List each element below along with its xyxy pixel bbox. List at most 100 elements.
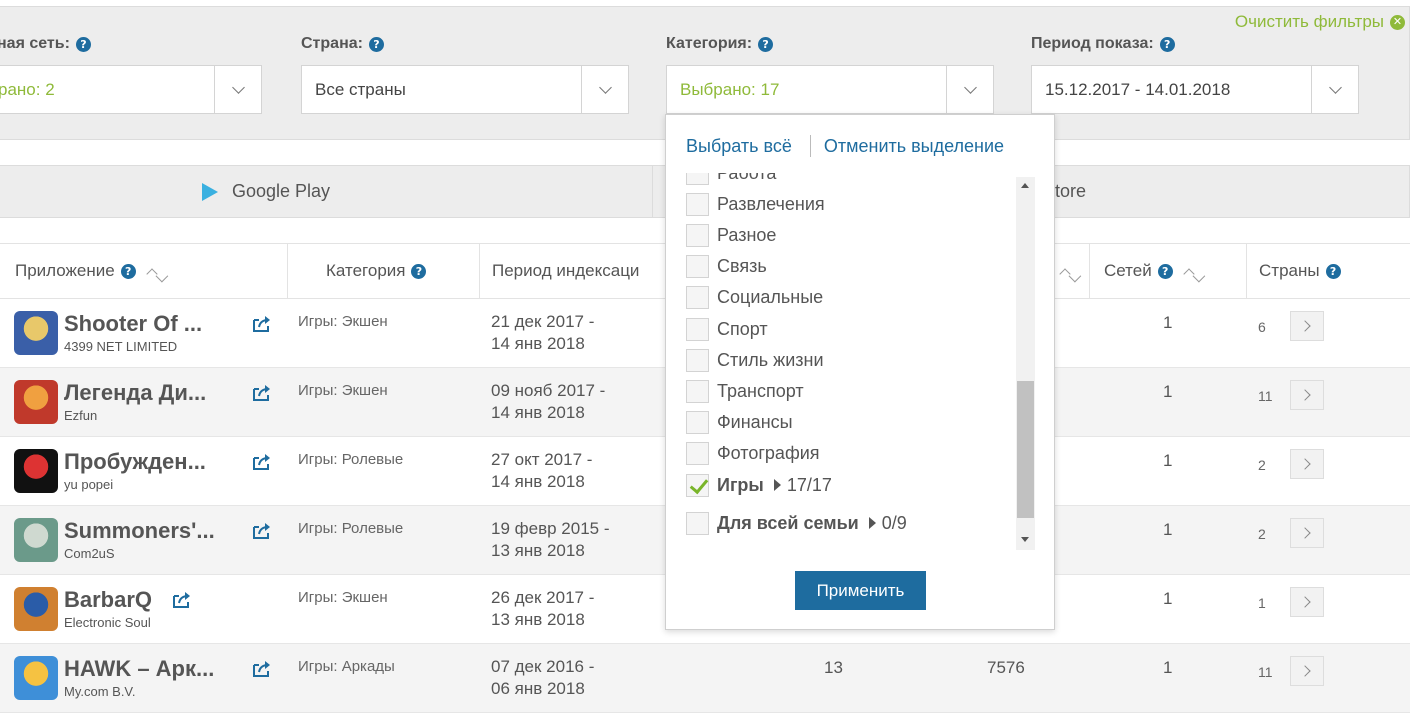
- checkbox[interactable]: [686, 348, 709, 372]
- help-icon[interactable]: ?: [120, 263, 136, 279]
- dropdown-scrollbar[interactable]: [1016, 177, 1035, 550]
- google-play-icon: [202, 182, 218, 201]
- app-name[interactable]: Summoners'...: [64, 518, 215, 544]
- period-select[interactable]: 15.12.2017 - 14.01.2018: [1031, 65, 1359, 114]
- category-filter-label: Категория: ?: [666, 35, 774, 53]
- checkbox[interactable]: [686, 473, 709, 497]
- expand-countries-button[interactable]: [1290, 656, 1324, 686]
- category-option[interactable]: Связь: [686, 255, 767, 279]
- help-icon[interactable]: ?: [758, 36, 774, 52]
- external-link-icon[interactable]: [252, 384, 272, 402]
- category-option[interactable]: Развлечения: [686, 192, 825, 216]
- app-name[interactable]: BarbarQ: [64, 587, 152, 613]
- external-link-icon[interactable]: [252, 453, 272, 471]
- chevron-down-icon[interactable]: [214, 66, 261, 113]
- app-icon[interactable]: [14, 311, 58, 355]
- network-select[interactable]: рано: 2: [0, 65, 262, 114]
- app-name[interactable]: HAWK – Арк...: [64, 656, 214, 682]
- divider: [809, 135, 811, 157]
- sort-icon[interactable]: [1183, 267, 1195, 280]
- app-icon[interactable]: [14, 380, 58, 424]
- help-icon[interactable]: ?: [368, 36, 384, 52]
- app-icon[interactable]: [14, 518, 58, 562]
- expand-countries-button[interactable]: [1290, 311, 1324, 341]
- checkbox[interactable]: [686, 411, 709, 435]
- category-option[interactable]: Стиль жизни: [686, 348, 824, 372]
- checkbox[interactable]: [686, 192, 709, 216]
- app-name[interactable]: Shooter Of ...: [64, 311, 202, 337]
- scrollbar-thumb[interactable]: [1017, 381, 1034, 518]
- category-group[interactable]: Для всей семьи 0/9: [686, 511, 907, 535]
- scroll-down-icon[interactable]: [1021, 537, 1029, 542]
- clear-filters-link[interactable]: Очистить фильтры ✕: [1235, 12, 1405, 32]
- checkbox[interactable]: [686, 511, 709, 535]
- sort-icon[interactable]: [146, 267, 158, 280]
- external-link-icon[interactable]: [252, 522, 272, 540]
- index-period: 19 февр 2015 - 13 янв 2018: [491, 519, 610, 560]
- index-period: 09 нояб 2017 - 14 янв 2018: [491, 381, 606, 422]
- checkbox[interactable]: [686, 442, 709, 466]
- app-icon[interactable]: [14, 449, 58, 493]
- checkbox[interactable]: [686, 379, 709, 403]
- external-link-icon[interactable]: [252, 660, 272, 678]
- app-icon[interactable]: [14, 587, 58, 631]
- checkbox[interactable]: [686, 286, 709, 310]
- chevron-right-icon: [1299, 665, 1311, 677]
- column-header-period[interactable]: Период индексаци: [492, 244, 639, 298]
- checkbox[interactable]: [686, 255, 709, 279]
- category-group[interactable]: Игры 17/17: [686, 473, 832, 497]
- expand-triangle-icon[interactable]: [773, 479, 781, 491]
- external-link-icon[interactable]: [172, 591, 192, 609]
- column-header-app[interactable]: Приложение ?: [15, 244, 158, 298]
- category-option[interactable]: Финансы: [686, 411, 793, 435]
- category-option[interactable]: Транспорт: [686, 379, 804, 403]
- category-option[interactable]: Фотография: [686, 442, 820, 466]
- index-period: 27 окт 2017 - 14 янв 2018: [491, 450, 593, 491]
- scroll-up-icon[interactable]: [1021, 183, 1029, 188]
- category-option[interactable]: Социальные: [686, 286, 823, 310]
- category-option[interactable]: Работа: [686, 173, 776, 185]
- category-list[interactable]: Работа Развлечения Разное Связь Социальн…: [666, 173, 1036, 553]
- expand-countries-button[interactable]: [1290, 449, 1324, 479]
- help-icon[interactable]: ?: [1325, 263, 1341, 279]
- help-icon[interactable]: ?: [1157, 263, 1173, 279]
- select-all-link[interactable]: Выбрать всё: [686, 136, 792, 157]
- app-name[interactable]: Пробужден...: [64, 449, 206, 475]
- chevron-right-icon: [1299, 320, 1311, 332]
- help-icon[interactable]: ?: [411, 263, 427, 279]
- checkbox[interactable]: [686, 317, 709, 341]
- checkbox[interactable]: [686, 223, 709, 247]
- category-select[interactable]: Выбрано: 17: [666, 65, 994, 114]
- category-option[interactable]: Разное: [686, 223, 776, 247]
- networks-count: 1: [1163, 313, 1173, 332]
- column-header-networks[interactable]: Сетей ?: [1104, 244, 1195, 298]
- expand-countries-button[interactable]: [1290, 518, 1324, 548]
- chevron-down-icon[interactable]: [581, 66, 628, 113]
- help-icon[interactable]: ?: [75, 36, 91, 52]
- table-row[interactable]: HAWK – Арк... My.com B.V. Игры: Аркады 0…: [0, 644, 1410, 713]
- chevron-down-icon[interactable]: [946, 66, 993, 113]
- external-link-icon[interactable]: [252, 315, 272, 333]
- expand-countries-button[interactable]: [1290, 587, 1324, 617]
- chevron-down-icon[interactable]: [1311, 66, 1358, 113]
- app-icon[interactable]: [14, 656, 58, 700]
- deselect-all-link[interactable]: Отменить выделение: [824, 136, 1004, 157]
- expand-triangle-icon[interactable]: [868, 517, 876, 529]
- close-icon[interactable]: ✕: [1390, 14, 1405, 30]
- column-header-category[interactable]: Категория ?: [326, 244, 427, 298]
- expand-countries-button[interactable]: [1290, 380, 1324, 410]
- help-icon[interactable]: ?: [1159, 36, 1175, 52]
- app-name[interactable]: Легенда Ди...: [64, 380, 206, 406]
- tab-app-store[interactable]: tore: [1055, 166, 1086, 217]
- column-header-sort-hidden[interactable]: [1055, 244, 1071, 298]
- countries-count: 2: [1258, 526, 1266, 542]
- country-select[interactable]: Все страны: [301, 65, 629, 114]
- tab-google-play[interactable]: Google Play: [202, 166, 330, 217]
- sort-icon[interactable]: [1059, 267, 1071, 280]
- checkbox[interactable]: [686, 173, 709, 185]
- countries-count: 6: [1258, 319, 1266, 335]
- category-option[interactable]: Спорт: [686, 317, 768, 341]
- period-filter-label: Период показа: ?: [1031, 35, 1175, 53]
- apply-button[interactable]: Применить: [795, 571, 926, 610]
- column-header-countries[interactable]: Страны ?: [1259, 244, 1341, 298]
